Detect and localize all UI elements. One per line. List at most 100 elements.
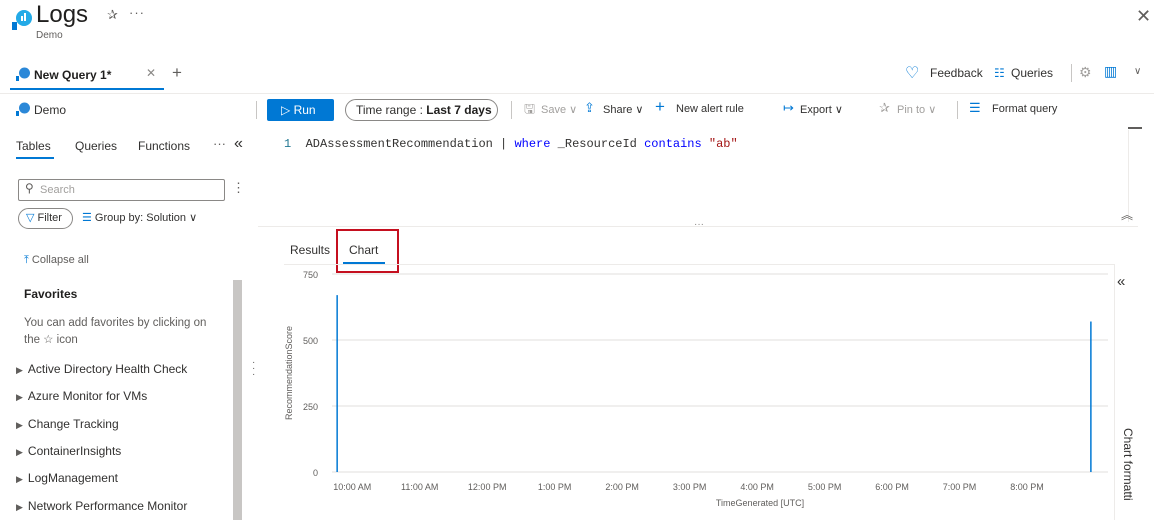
format-icon: ☰ [969,100,981,115]
y-axis-title: RecommendationScore [284,326,294,420]
share-label: Share [603,104,633,116]
feedback-heart-icon: ♡ [905,65,920,82]
save-button[interactable]: Save ∨ [541,103,577,116]
query-keyword: where [514,137,551,151]
expand-icon: ▶ [16,420,23,430]
query-operator: contains [644,137,702,151]
play-icon: ▷ [281,103,294,117]
collapse-all-icon: ⤒ [24,254,32,266]
group-by-label: Group by: Solution [94,212,187,224]
run-button[interactable]: ▷ Run [267,99,334,121]
pin-icon[interactable]: ✰ [107,7,118,23]
expand-icon: ▶ [16,392,23,402]
pin-to-icon: ✰ [879,100,890,115]
x-tick-label: 6:00 PM [875,482,909,492]
x-tick-label: 8:00 PM [1010,482,1044,492]
editor-splitter-handle[interactable]: ··· [694,219,704,230]
expand-icon: ▶ [16,502,23,512]
collapse-editor-icon[interactable]: ︽ [1121,206,1133,223]
x-tick-label: 1:00 PM [538,482,572,492]
solution-label: Change Tracking [27,417,119,431]
x-tick-label: 12:00 PM [468,482,507,492]
expand-icon: ▶ [16,447,23,457]
expand-panel-icon[interactable]: « [1117,273,1125,290]
collapse-panel-icon[interactable]: « [234,135,243,153]
solution-item[interactable]: ▶ Active Directory Health Check [16,362,187,376]
search-icon: ⚲ [25,181,34,195]
share-button[interactable]: Share ∨ [603,103,643,116]
solution-item[interactable]: ▶ Change Tracking [16,417,119,431]
solution-item[interactable]: ▶ Network Performance Monitor [16,499,187,513]
time-range-button[interactable]: Time range : Last 7 days [345,99,498,121]
solution-item[interactable]: ▶ LogManagement [16,471,118,485]
query-field: _ResourceId [550,137,645,151]
splitter-handle[interactable]: · · · [252,358,258,380]
y-tick-label: 0 [313,468,318,478]
search-options-icon[interactable]: ⋮ [232,180,245,196]
chevron-down-icon[interactable]: ∨ [1134,66,1141,77]
tab-functions[interactable]: Functions [138,139,190,153]
close-tab-icon[interactable]: ✕ [146,66,156,80]
book-icon[interactable]: ▥ [1104,63,1117,80]
solution-label: Network Performance Monitor [27,499,188,513]
search-placeholder: Search [40,184,75,196]
solution-label: LogManagement [27,471,118,485]
feedback-button[interactable]: Feedback [930,66,983,80]
scrollbar[interactable] [233,280,242,520]
solution-item[interactable]: ▶ Azure Monitor for VMs [16,389,147,403]
page-title: Logs [36,1,89,28]
divider [258,226,1138,227]
more-options-icon[interactable]: ··· [129,5,145,20]
y-tick-label: 250 [303,402,318,412]
solution-item[interactable]: ▶ ContainerInsights [16,444,121,458]
x-tick-label: 4:00 PM [740,482,774,492]
gear-icon[interactable]: ⚙ [1079,64,1092,81]
filter-button[interactable]: ▽ Filter [18,208,73,229]
tab-queries[interactable]: Queries [75,139,117,153]
x-tick-label: 3:00 PM [673,482,707,492]
filter-label: Filter [37,212,62,224]
x-tick-label: 5:00 PM [808,482,842,492]
export-button[interactable]: Export ∨ [800,103,843,116]
solution-label: Active Directory Health Check [27,362,188,376]
panel-divider [256,101,257,119]
more-tabs-icon[interactable]: ··· [213,136,226,151]
toolbar-divider [511,101,512,119]
group-by-icon: ☰ [82,212,95,224]
logs-app-icon [12,10,32,30]
add-tab-icon[interactable]: + [172,63,182,83]
solution-label: ContainerInsights [27,444,122,458]
query-editor-line[interactable]: 1 ADAssessmentRecommendation | where _Re… [284,137,738,151]
close-icon[interactable]: ✕ [1136,6,1151,27]
y-tick-label: 500 [303,336,318,346]
tab-tables[interactable]: Tables [16,139,51,153]
favorites-heading: Favorites [24,287,78,301]
new-alert-rule-button[interactable]: New alert rule [676,103,744,115]
chart-formatting-panel-label[interactable]: Chart formatti [1121,428,1135,501]
chart-panel-divider [1114,264,1115,520]
favorites-hint: You can add favorites by clicking on the… [24,317,207,346]
solution-label: Azure Monitor for VMs [27,389,148,403]
chart-bar [1090,321,1092,472]
queries-button[interactable]: Queries [1011,66,1053,80]
queries-icon: ☷ [994,66,1005,80]
chart: 0 250 500 750 10:00 AM 11:00 AM 12:00 PM 1:00 P… [284,270,1108,508]
scope-icon [16,102,30,116]
time-range-label: Time range : [356,103,427,117]
divider [0,93,1154,94]
tab-results[interactable]: Results [290,243,330,257]
pin-to-button[interactable]: Pin to ∨ [897,103,936,116]
format-query-button[interactable]: Format query [992,103,1057,115]
expand-icon: ▶ [16,365,23,375]
add-icon: + [655,97,665,116]
scope-selector[interactable]: Demo [34,103,66,117]
expand-icon: ▶ [16,474,23,484]
run-label: Run [293,103,316,117]
collapse-all-button[interactable]: ⤒ Collapse all [24,254,89,267]
y-tick-label: 750 [303,270,318,280]
pin-to-label: Pin to [897,104,926,116]
save-label: Save [541,104,567,116]
group-by-dropdown[interactable]: ☰ Group by: Solution ∨ [82,211,197,224]
collapse-all-label: Collapse all [31,254,89,266]
filter-icon: ▽ [26,212,38,224]
